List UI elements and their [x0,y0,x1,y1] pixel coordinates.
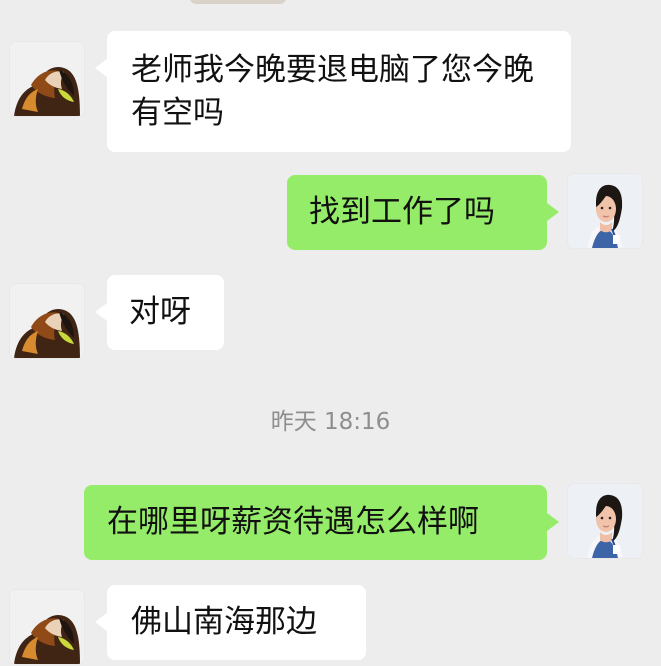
user-avatar[interactable] [568,484,642,558]
incoming-message-bubble[interactable]: 老师我今晚要退电脑了您今晚有空吗 [95,31,571,152]
hooded-person-avatar-icon [10,42,84,116]
incoming-message-bubble[interactable]: 对呀 [95,275,224,350]
cropped-top-avatar-edge [190,0,286,4]
message-timestamp: 昨天 18:16 [270,409,391,435]
incoming-message-bubble[interactable]: 佛山南海那边 [95,585,366,660]
contact-avatar[interactable] [10,590,84,664]
hooded-person-avatar-icon [10,590,84,664]
woman-portrait-avatar-icon [568,174,642,248]
woman-portrait-avatar-icon [568,484,642,558]
user-avatar[interactable] [568,174,642,248]
contact-avatar[interactable] [10,42,84,116]
outgoing-message-bubble[interactable]: 在哪里呀薪资待遇怎么样啊 [84,485,559,560]
outgoing-message-bubble[interactable]: 找到工作了吗 [287,175,559,250]
hooded-person-avatar-icon [10,284,84,358]
chat-conversation: 老师我今晚要退电脑了您今晚有空吗 找到工作了吗 对呀 昨天 18:16 在哪里呀… [0,0,661,666]
contact-avatar[interactable] [10,284,84,358]
